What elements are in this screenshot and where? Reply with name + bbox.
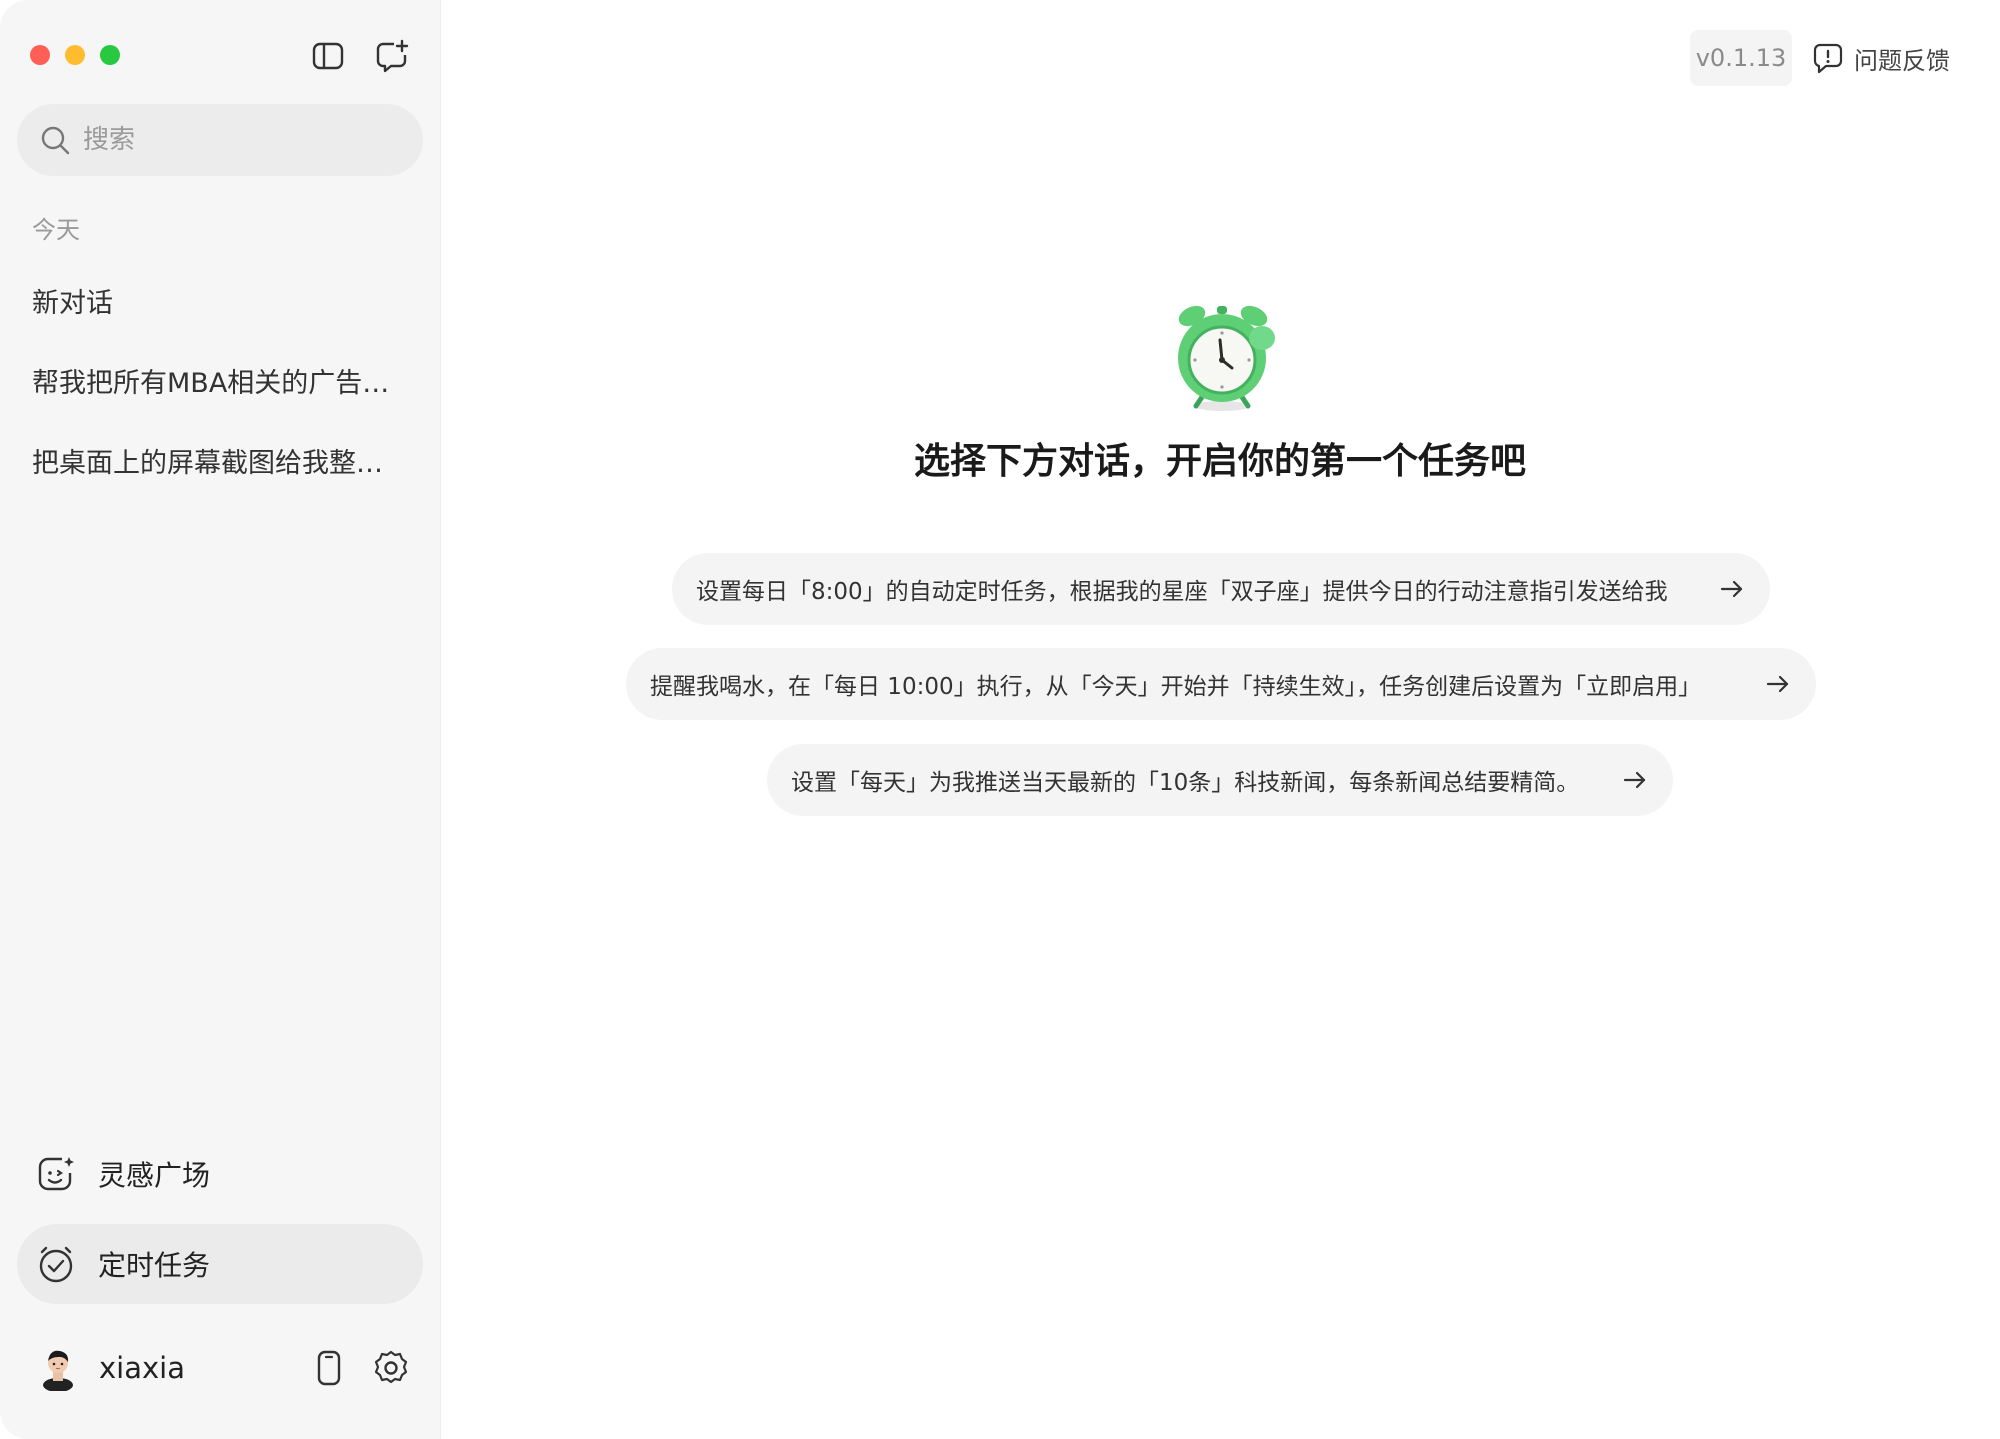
new-chat-icon xyxy=(376,39,409,73)
avatar[interactable] xyxy=(35,1345,81,1391)
history-item[interactable]: 新对话 xyxy=(17,260,423,340)
feedback-button[interactable]: 问题反馈 xyxy=(1812,30,1950,86)
new-chat-button[interactable] xyxy=(372,36,412,76)
search-box[interactable] xyxy=(17,104,423,176)
nav-scheduled-tasks-label: 定时任务 xyxy=(98,1249,211,1282)
history-item[interactable]: 把桌面上的屏幕截图给我整… xyxy=(17,420,423,500)
settings-button[interactable] xyxy=(371,1348,411,1388)
nav-scheduled-tasks[interactable]: 定时任务 xyxy=(17,1224,423,1304)
history-item-label: 新对话 xyxy=(32,287,113,319)
phone-button[interactable] xyxy=(309,1348,349,1388)
suggestion-button[interactable]: 设置「每天」为我推送当天最新的「10条」科技新闻，每条新闻总结要精简。 xyxy=(767,744,1673,816)
search-input[interactable] xyxy=(81,124,405,156)
minimize-window-button[interactable] xyxy=(65,45,85,65)
user-name: xiaxia xyxy=(99,1351,185,1385)
sidebar: 今天 新对话 帮我把所有MBA相关的广告… 把桌面上的屏幕截图给我整… 灵感广场 xyxy=(0,0,441,1439)
feedback-icon xyxy=(1813,43,1843,74)
user-bar: xiaxia xyxy=(17,1336,423,1400)
close-window-button[interactable] xyxy=(30,45,50,65)
suggestion-text: 设置每日「8:00」的自动定时任务，根据我的星座「双子座」提供今日的行动注意指引… xyxy=(696,579,1668,605)
window-controls xyxy=(30,45,120,65)
arrow-right-icon xyxy=(1716,573,1748,605)
chat-history-list: 新对话 帮我把所有MBA相关的广告… 把桌面上的屏幕截图给我整… xyxy=(17,260,423,500)
suggestion-text: 设置「每天」为我推送当天最新的「10条」科技新闻，每条新闻总结要精简。 xyxy=(791,770,1580,796)
nav-inspiration[interactable]: 灵感广场 xyxy=(17,1134,423,1214)
arrow-right-icon xyxy=(1619,764,1651,796)
sidebar-toggle-icon xyxy=(312,42,344,70)
page-title: 选择下方对话，开启你的第一个任务吧 xyxy=(913,441,1526,482)
suggestion-button[interactable]: 设置每日「8:00」的自动定时任务，根据我的星座「双子座」提供今日的行动注意指引… xyxy=(672,553,1770,625)
maximize-window-button[interactable] xyxy=(100,45,120,65)
smile-sparkle-icon xyxy=(34,1152,78,1196)
gear-icon xyxy=(374,1350,408,1384)
suggestion-text: 提醒我喝水，在「每日 10:00」执行，从「今天」开始并「持续生效」，任务创建后… xyxy=(650,674,1702,700)
app-window: 今天 新对话 帮我把所有MBA相关的广告… 把桌面上的屏幕截图给我整… 灵感广场 xyxy=(0,0,2000,1439)
history-item-label: 帮我把所有MBA相关的广告… xyxy=(32,367,390,399)
search-icon xyxy=(37,122,73,158)
clock-check-icon xyxy=(34,1242,78,1286)
history-item[interactable]: 帮我把所有MBA相关的广告… xyxy=(17,340,423,420)
suggestion-button[interactable]: 提醒我喝水，在「每日 10:00」执行，从「今天」开始并「持续生效」，任务创建后… xyxy=(626,648,1816,720)
nav-inspiration-label: 灵感广场 xyxy=(98,1159,211,1192)
history-item-label: 把桌面上的屏幕截图给我整… xyxy=(32,447,383,479)
sidebar-toggle-button[interactable] xyxy=(308,36,348,76)
section-label-today: 今天 xyxy=(32,216,80,244)
arrow-right-icon xyxy=(1762,668,1794,700)
phone-icon xyxy=(317,1350,341,1386)
feedback-label: 问题反馈 xyxy=(1854,46,1950,75)
version-badge: v0.1.13 xyxy=(1690,30,1792,86)
alarm-clock-icon xyxy=(1170,298,1280,416)
